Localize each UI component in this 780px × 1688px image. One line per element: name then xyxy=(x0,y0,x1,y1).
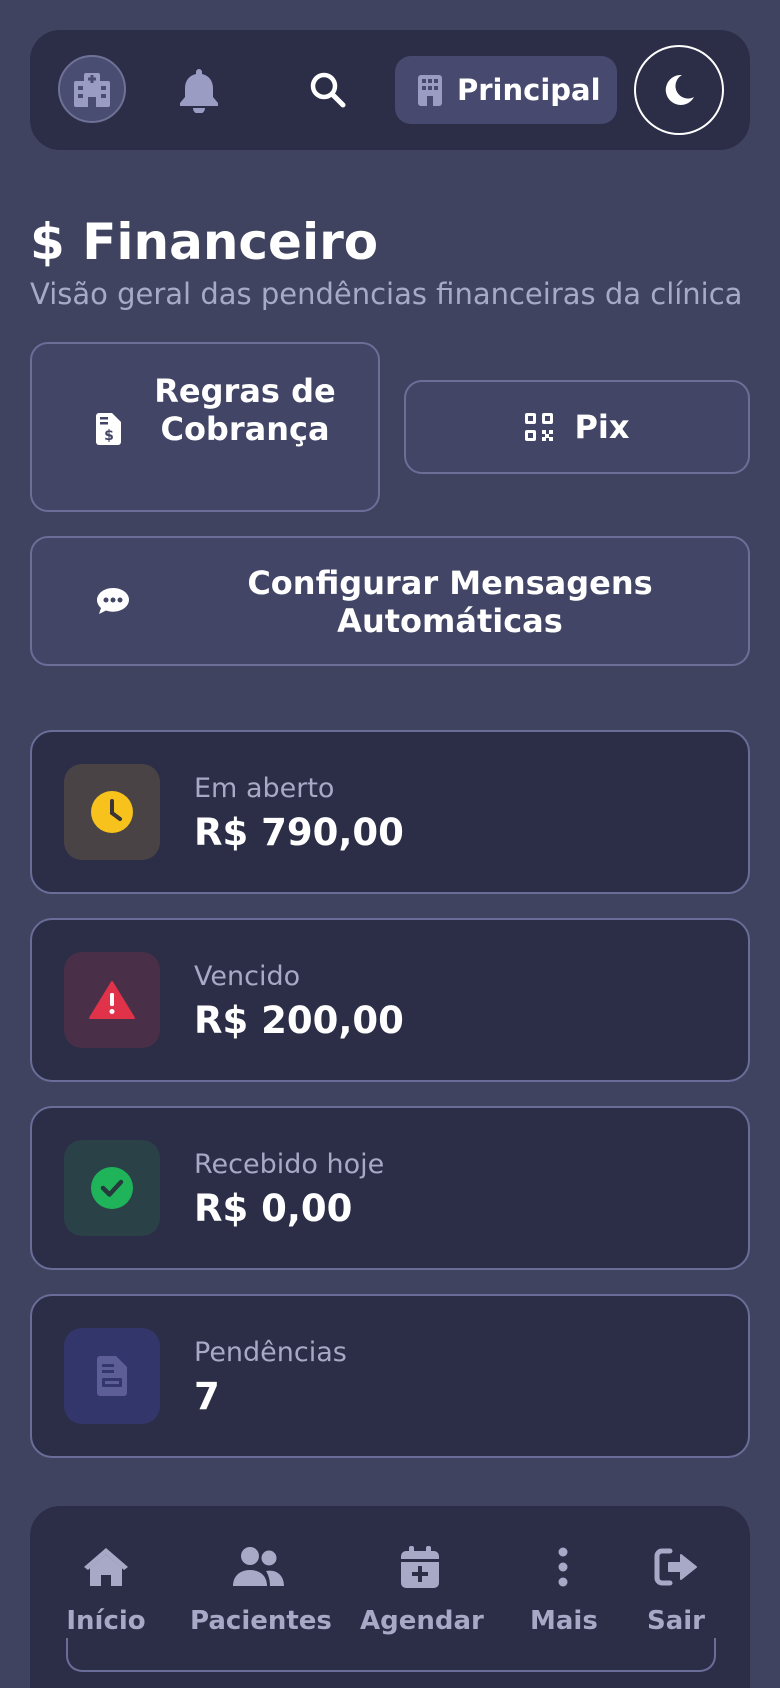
summary-card-received-today[interactable]: Recebido hoje R$ 0,00 xyxy=(30,1106,750,1270)
summary-card-overdue[interactable]: Vencido R$ 200,00 xyxy=(30,918,750,1082)
check-circle-icon xyxy=(91,1167,133,1209)
building-icon xyxy=(418,75,442,106)
summary-icon-box xyxy=(64,1328,160,1424)
theme-toggle-button[interactable] xyxy=(634,45,724,135)
summary-card-open[interactable]: Em aberto R$ 790,00 xyxy=(30,730,750,894)
nav-item-label: Pacientes xyxy=(190,1606,332,1636)
nav-item-schedule[interactable]: Agendar xyxy=(360,1544,484,1636)
page-subtitle: Visão geral das pendências financeiras d… xyxy=(30,277,743,311)
nav-item-logout[interactable]: Sair xyxy=(646,1544,706,1636)
warning-icon xyxy=(89,981,135,1019)
summary-icon-box xyxy=(64,764,160,860)
nav-item-patients[interactable]: Pacientes xyxy=(190,1544,332,1636)
users-icon xyxy=(233,1547,284,1586)
auto-messages-button[interactable]: Configurar Mensagens Automáticas xyxy=(30,536,750,666)
summary-label: Pendências xyxy=(194,1337,347,1368)
nav-item-more[interactable]: Mais xyxy=(530,1544,598,1636)
bottom-navigation: Início Pacientes Agendar Mais Sair xyxy=(30,1506,750,1688)
comment-dots-icon xyxy=(97,588,129,614)
summary-value: R$ 790,00 xyxy=(194,811,404,854)
qrcode-icon xyxy=(525,413,554,441)
nav-item-label: Agendar xyxy=(360,1606,484,1636)
summary-value: R$ 200,00 xyxy=(194,999,404,1042)
moon-icon xyxy=(665,74,694,105)
unit-selector-label: Principal xyxy=(457,73,601,107)
more-vertical-icon xyxy=(558,1547,568,1587)
notifications-button[interactable] xyxy=(177,67,221,114)
clock-icon xyxy=(91,791,133,833)
summary-icon-box xyxy=(64,952,160,1048)
hospital-icon xyxy=(74,73,110,107)
nav-item-label: Mais xyxy=(530,1606,598,1636)
logout-icon xyxy=(654,1548,697,1586)
summary-value: R$ 0,00 xyxy=(194,1187,353,1230)
clinic-logo-button[interactable] xyxy=(58,55,126,123)
calendar-plus-icon xyxy=(401,1546,439,1588)
page-title: $ Financeiro xyxy=(30,213,379,271)
unit-selector-button[interactable]: Principal xyxy=(395,56,617,124)
bell-icon xyxy=(180,69,218,114)
summary-value: 7 xyxy=(194,1375,220,1418)
invoice-dollar-icon: $ xyxy=(96,413,121,445)
nav-item-label: Início xyxy=(66,1606,146,1636)
billing-rules-label: Regras de Cobrança xyxy=(154,372,336,448)
summary-label: Em aberto xyxy=(194,773,335,804)
svg-text:$: $ xyxy=(104,428,114,444)
document-icon xyxy=(97,1356,127,1396)
summary-label: Vencido xyxy=(194,961,301,992)
pix-label: Pix xyxy=(574,408,630,446)
nav-item-home[interactable]: Início xyxy=(66,1544,146,1636)
summary-card-pending[interactable]: Pendências 7 xyxy=(30,1294,750,1458)
nav-item-label: Sair xyxy=(646,1606,705,1636)
summary-label: Recebido hoje xyxy=(194,1149,385,1180)
billing-rules-button[interactable]: $ Regras de Cobrança xyxy=(30,342,380,512)
summary-icon-box xyxy=(64,1140,160,1236)
home-icon xyxy=(84,1548,128,1586)
top-bar: Principal xyxy=(30,30,750,150)
pix-button[interactable]: Pix xyxy=(404,380,750,474)
nav-bottom-panel-edge xyxy=(66,1638,716,1672)
search-icon xyxy=(310,72,346,108)
search-button[interactable] xyxy=(308,70,348,110)
auto-messages-label: Configurar Mensagens Automáticas xyxy=(247,564,653,640)
